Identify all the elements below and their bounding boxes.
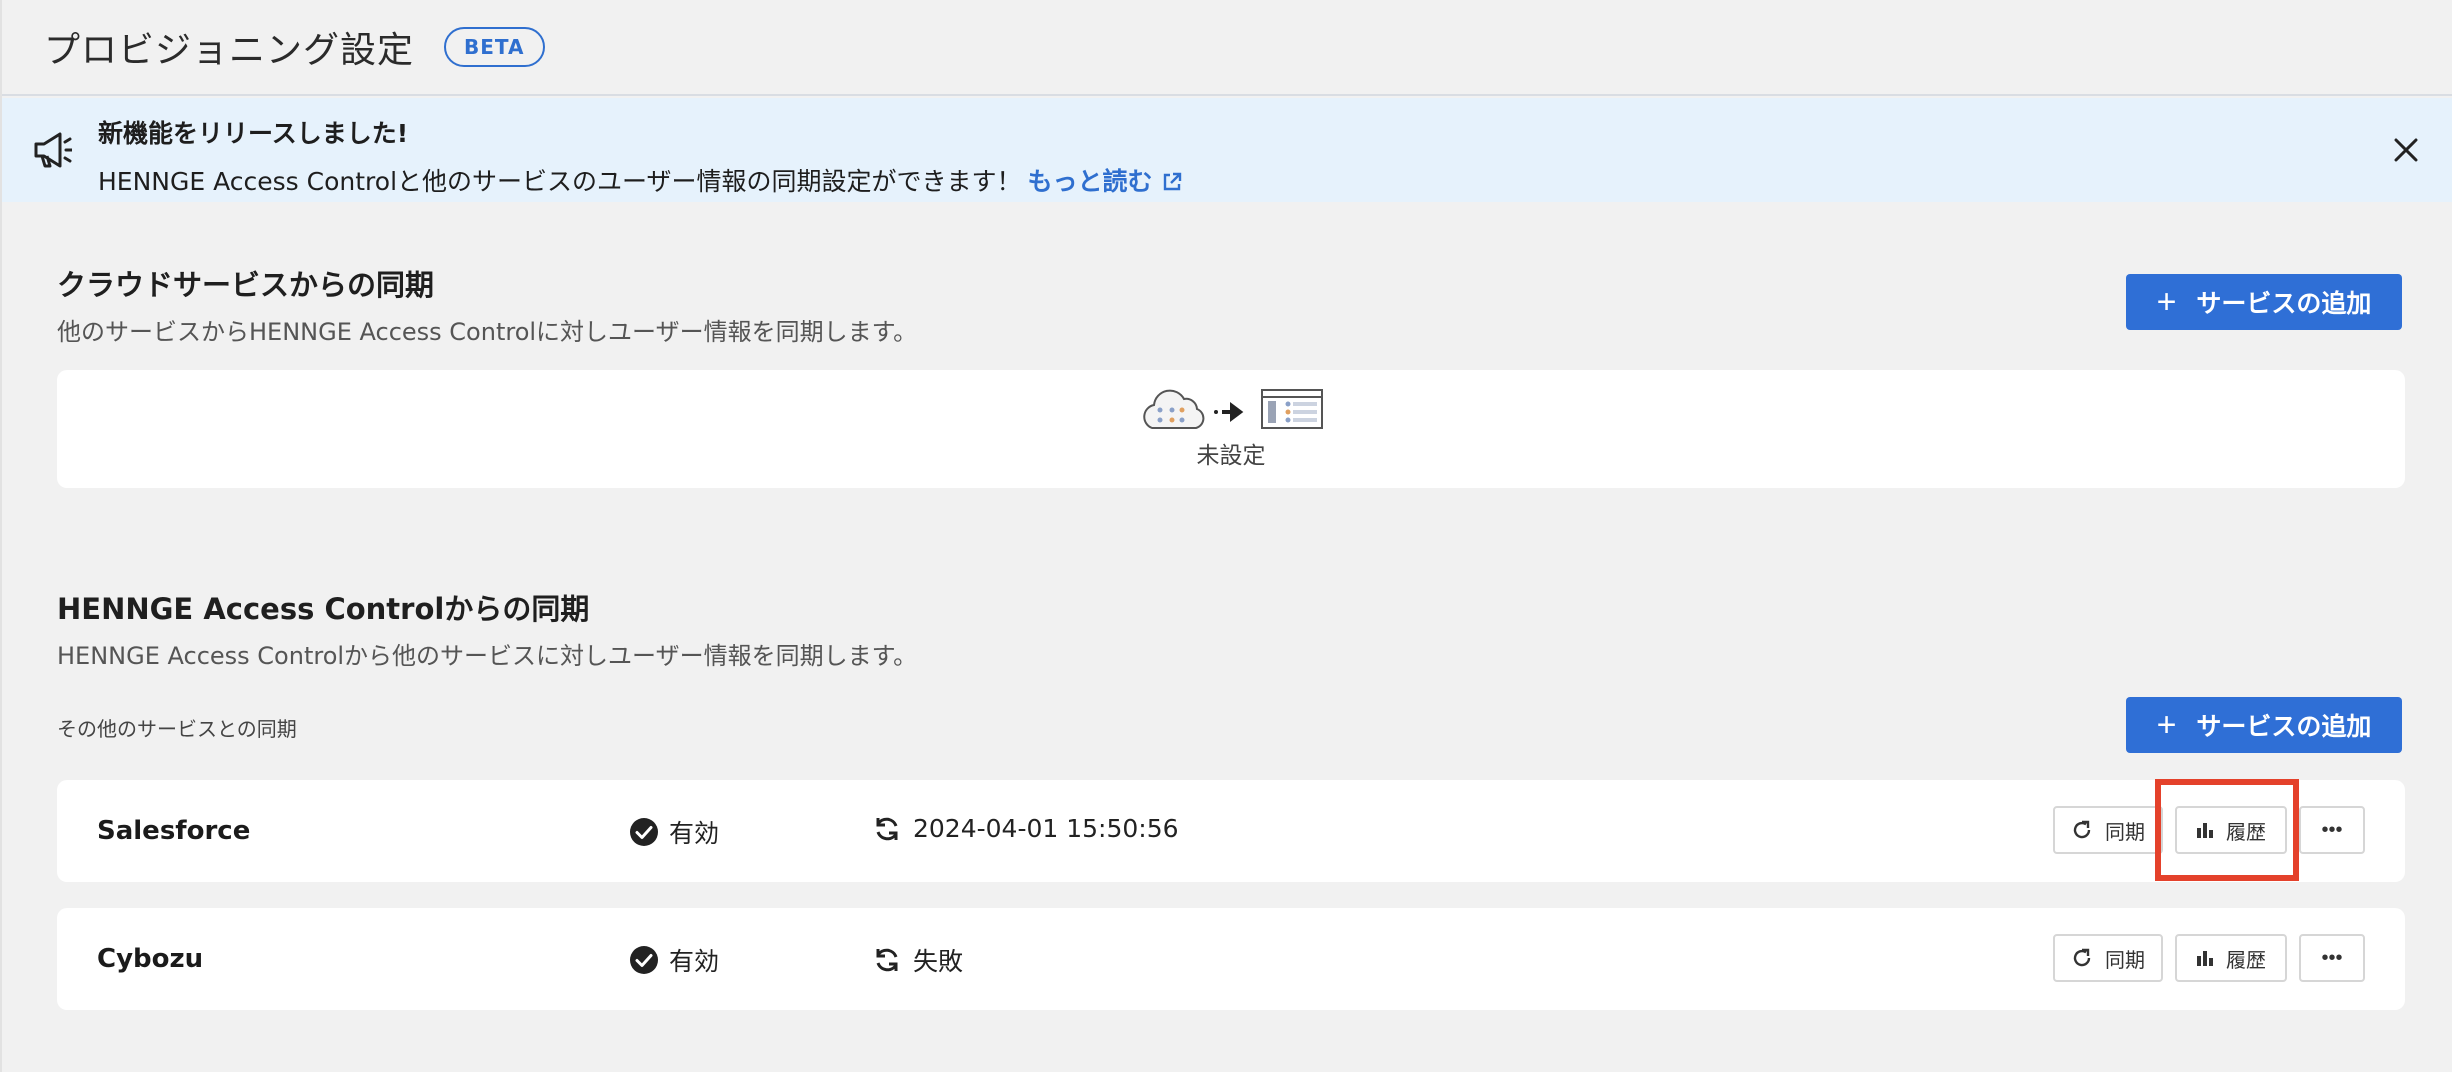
more-icon: ••• — [2321, 946, 2343, 969]
check-circle-icon — [630, 818, 658, 846]
cloud-sync-section-title: クラウドサービスからの同期 — [57, 268, 435, 302]
last-sync: 2024-04-01 15:50:56 — [873, 814, 1179, 843]
check-circle-icon — [630, 946, 658, 974]
announcement-banner: 新機能をリリースしました! HENNGE Access Controlと他のサー… — [2, 98, 2452, 202]
add-service-label: サービスの追加 — [2196, 290, 2372, 318]
sync-button[interactable]: 同期 — [2053, 934, 2163, 982]
more-icon: ••• — [2321, 818, 2343, 841]
external-link-icon — [1163, 172, 1181, 191]
last-sync: 失敗 — [873, 942, 963, 978]
cloud-sync-section-description: 他のサービスからHENNGE Access Controlに対しユーザー情報を同… — [57, 318, 918, 346]
sync-icon — [876, 817, 898, 840]
last-sync-value: 失敗 — [913, 947, 964, 976]
plus-icon: + — [2156, 706, 2177, 744]
service-status: 有効 — [629, 942, 719, 978]
refresh-icon — [2073, 948, 2091, 967]
banner-body: HENNGE Access Controlと他のサービスのユーザー情報の同期設定… — [98, 162, 1183, 198]
provisioning-settings-page: プロビジョニング設定 BETA 新機能をリリースしました! HENNGE Acc… — [0, 0, 2452, 1072]
sync-button[interactable]: 同期 — [2053, 806, 2163, 854]
more-options-button[interactable]: ••• — [2299, 806, 2365, 854]
hac-sync-section-description: HENNGE Access Controlから他のサービスに対しユーザー情報を同… — [57, 642, 918, 670]
add-service-label: サービスの追加 — [2196, 713, 2372, 741]
hac-sync-section-title: HENNGE Access Controlからの同期 — [57, 592, 590, 626]
beta-badge: BETA — [444, 27, 545, 67]
sync-button-label: 同期 — [2105, 821, 2145, 844]
history-button-label: 履歴 — [2226, 949, 2266, 972]
last-sync-value: 2024-04-01 15:50:56 — [913, 814, 1179, 843]
banner-message: HENNGE Access Controlと他のサービスのユーザー情報の同期設定… — [98, 167, 1022, 196]
bar-chart-icon — [2197, 823, 2213, 838]
row-actions: 同期 履歴 ••• — [2041, 806, 2365, 854]
service-row-cybozu: Cybozu 有効 失敗 同期 履歴 ••• — [57, 908, 2405, 1010]
read-more-label: もっと読む — [1027, 167, 1153, 196]
row-actions: 同期 履歴 ••• — [2041, 934, 2365, 982]
sync-icon — [876, 948, 898, 972]
plus-icon: + — [2156, 283, 2177, 321]
empty-state: 未設定 — [57, 388, 2405, 470]
read-more-link[interactable]: もっと読む — [1028, 167, 1183, 196]
history-button[interactable]: 履歴 — [2175, 934, 2287, 982]
service-row-salesforce: Salesforce 有効 2024-04-01 15:50:56 同期 履歴 … — [57, 780, 2405, 882]
bar-chart-icon — [2197, 951, 2213, 966]
cloud-sync-empty-card: 未設定 — [57, 370, 2405, 488]
add-hac-service-button[interactable]: + サービスの追加 — [2126, 697, 2402, 753]
cloud-to-directory-illustration — [1143, 389, 1323, 429]
page-title: プロビジョニング設定 — [44, 30, 415, 71]
add-cloud-service-button[interactable]: + サービスの追加 — [2126, 274, 2402, 330]
history-button[interactable]: 履歴 — [2175, 806, 2287, 854]
service-status: 有効 — [629, 814, 719, 850]
refresh-icon — [2073, 820, 2091, 839]
close-banner-button[interactable] — [2390, 134, 2422, 166]
history-button-label: 履歴 — [2226, 821, 2266, 844]
service-status-label: 有効 — [669, 819, 720, 848]
megaphone-icon — [34, 132, 72, 168]
page-header: プロビジョニング設定 BETA — [2, 0, 2452, 96]
other-services-sync-label: その他のサービスとの同期 — [57, 717, 297, 741]
service-name: Cybozu — [97, 944, 204, 974]
banner-title: 新機能をリリースしました! — [98, 119, 409, 148]
sync-button-label: 同期 — [2105, 949, 2145, 972]
banner-text: 新機能をリリースしました! HENNGE Access Controlと他のサー… — [98, 114, 1183, 198]
empty-state-label: 未設定 — [1196, 443, 1266, 469]
more-options-button[interactable]: ••• — [2299, 934, 2365, 982]
service-name: Salesforce — [97, 816, 251, 846]
service-status-label: 有効 — [669, 947, 720, 976]
